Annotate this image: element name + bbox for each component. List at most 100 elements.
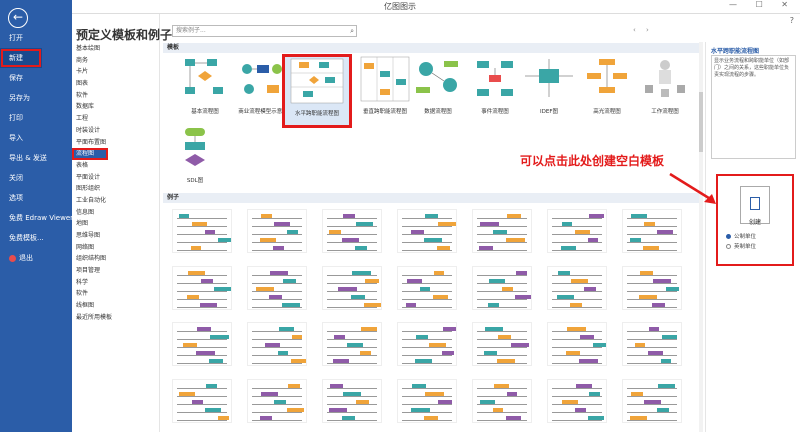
example-thumbnail[interactable] (472, 322, 532, 366)
menu-item-save-as[interactable]: 另存为 (0, 88, 72, 108)
example-thumbnail[interactable] (172, 209, 232, 253)
category-item[interactable]: 工程 (72, 113, 160, 125)
preview-line (552, 307, 602, 308)
menu-item-export-send[interactable]: 导出 & 发送 (0, 148, 72, 168)
preview-line (402, 234, 452, 235)
example-thumbnail[interactable] (622, 379, 682, 423)
preview-line (327, 420, 377, 421)
category-item[interactable]: 表格 (72, 160, 160, 172)
example-thumbnail[interactable] (472, 209, 532, 253)
menu-item-edraw-viewer[interactable]: 免费 Edraw Viewer (0, 208, 72, 228)
category-item[interactable]: 时装设计 (72, 125, 160, 137)
unit-option-imperial[interactable]: 英制单位 (726, 242, 756, 250)
preview-line (552, 388, 602, 389)
preview-line (402, 299, 452, 300)
category-item[interactable]: 网络图 (72, 242, 160, 254)
preview-line (327, 331, 377, 332)
category-item[interactable]: 软件 (72, 288, 160, 300)
preview-line (177, 331, 227, 332)
category-item[interactable]: 商务 (72, 55, 160, 67)
category-item[interactable]: 软件 (72, 90, 160, 102)
create-button[interactable]: 创建 (740, 186, 770, 226)
example-thumbnail[interactable] (247, 322, 307, 366)
preview-line (327, 250, 377, 251)
category-item[interactable]: 数据库 (72, 101, 160, 113)
menu-item-options[interactable]: 选项 (0, 188, 72, 208)
template-label: 工作流程图 (651, 109, 679, 115)
example-thumbnail[interactable] (547, 266, 607, 310)
unit-option-metric[interactable]: 公制单位 (726, 232, 756, 240)
example-thumbnail[interactable] (172, 322, 232, 366)
preview-line (177, 283, 227, 284)
template-horizontal-cross-functional[interactable]: 水平跨职能流程图 (282, 54, 352, 128)
category-item[interactable]: 组织结构图 (72, 253, 160, 265)
example-thumbnail[interactable] (622, 322, 682, 366)
preview-line (627, 283, 677, 284)
example-thumbnail[interactable] (547, 379, 607, 423)
category-item[interactable]: 平面布置图 (72, 137, 160, 149)
search-input[interactable]: 搜索例子... ⌕ (172, 25, 357, 37)
nav-arrows[interactable]: ‹ › (633, 26, 653, 34)
preview-line (402, 291, 452, 292)
back-arrow-icon[interactable]: ← (8, 8, 28, 28)
menu-item-import[interactable]: 导入 (0, 128, 72, 148)
category-item[interactable]: 图形组织 (72, 183, 160, 195)
example-thumbnail[interactable] (622, 266, 682, 310)
category-item[interactable]: 工业自动化 (72, 195, 160, 207)
example-thumbnail[interactable] (322, 379, 382, 423)
example-thumbnail[interactable] (247, 266, 307, 310)
category-item-flowchart[interactable]: 流程图 (72, 148, 108, 160)
example-thumbnail[interactable] (172, 266, 232, 310)
menu-item-print[interactable]: 打印 (0, 108, 72, 128)
category-item[interactable]: 项目管理 (72, 265, 160, 277)
example-thumbnail[interactable] (547, 322, 607, 366)
backstage-menu: ← 打开 新建 保存 另存为 打印 导入 导出 & 发送 关闭 选项 免费 Ed… (0, 0, 72, 432)
radio-metric[interactable] (726, 234, 731, 239)
window-controls[interactable]: — ☐ ✕ (729, 0, 796, 9)
category-item[interactable]: 地图 (72, 218, 160, 230)
category-item[interactable]: 平面设计 (72, 172, 160, 184)
example-thumbnail[interactable] (472, 266, 532, 310)
example-thumbnail[interactable] (322, 209, 382, 253)
preview-line (327, 283, 377, 284)
example-thumbnail[interactable] (247, 209, 307, 253)
gallery-scrollbar[interactable] (699, 42, 703, 432)
template-sdl[interactable]: SDL图 (160, 124, 230, 198)
search-icon[interactable]: ⌕ (350, 26, 354, 36)
example-thumbnail[interactable] (397, 209, 457, 253)
help-icon[interactable]: ? (790, 16, 794, 25)
radio-imperial[interactable] (726, 244, 731, 249)
example-thumbnail[interactable] (397, 266, 457, 310)
preview-line (477, 396, 527, 397)
preview-line (177, 420, 227, 421)
category-item[interactable]: 图表 (72, 78, 160, 90)
preview-line (252, 234, 302, 235)
preview-line (327, 347, 377, 348)
menu-item-free-templates[interactable]: 免费模板... (0, 228, 72, 248)
menu-item-open[interactable]: 打开 (0, 28, 72, 48)
category-item[interactable]: 思维导图 (72, 230, 160, 242)
scrollbar-thumb[interactable] (699, 92, 703, 152)
example-thumbnail[interactable] (622, 209, 682, 253)
menu-item-exit[interactable]: 退出 (0, 248, 72, 268)
example-thumbnail[interactable] (172, 379, 232, 423)
menu-item-save[interactable]: 保存 (0, 68, 72, 88)
example-thumbnail[interactable] (397, 379, 457, 423)
menu-item-new[interactable]: 新建 (0, 48, 42, 68)
category-item[interactable]: 线框图 (72, 300, 160, 312)
category-item[interactable]: 最近所用模板 (72, 312, 160, 324)
example-thumbnail[interactable] (397, 322, 457, 366)
template-workflow[interactable]: 工作流程图 (630, 55, 700, 129)
preview-line (327, 275, 377, 276)
example-thumbnail[interactable] (322, 322, 382, 366)
example-thumbnail[interactable] (322, 266, 382, 310)
category-item[interactable]: 信息图 (72, 207, 160, 219)
menu-item-close[interactable]: 关闭 (0, 168, 72, 188)
category-item[interactable]: 卡片 (72, 66, 160, 78)
category-item[interactable]: 科学 (72, 277, 160, 289)
category-item[interactable]: 基本绘图 (72, 43, 160, 55)
example-thumbnail[interactable] (547, 209, 607, 253)
template-thumbnail (637, 55, 693, 103)
example-thumbnail[interactable] (472, 379, 532, 423)
example-thumbnail[interactable] (247, 379, 307, 423)
